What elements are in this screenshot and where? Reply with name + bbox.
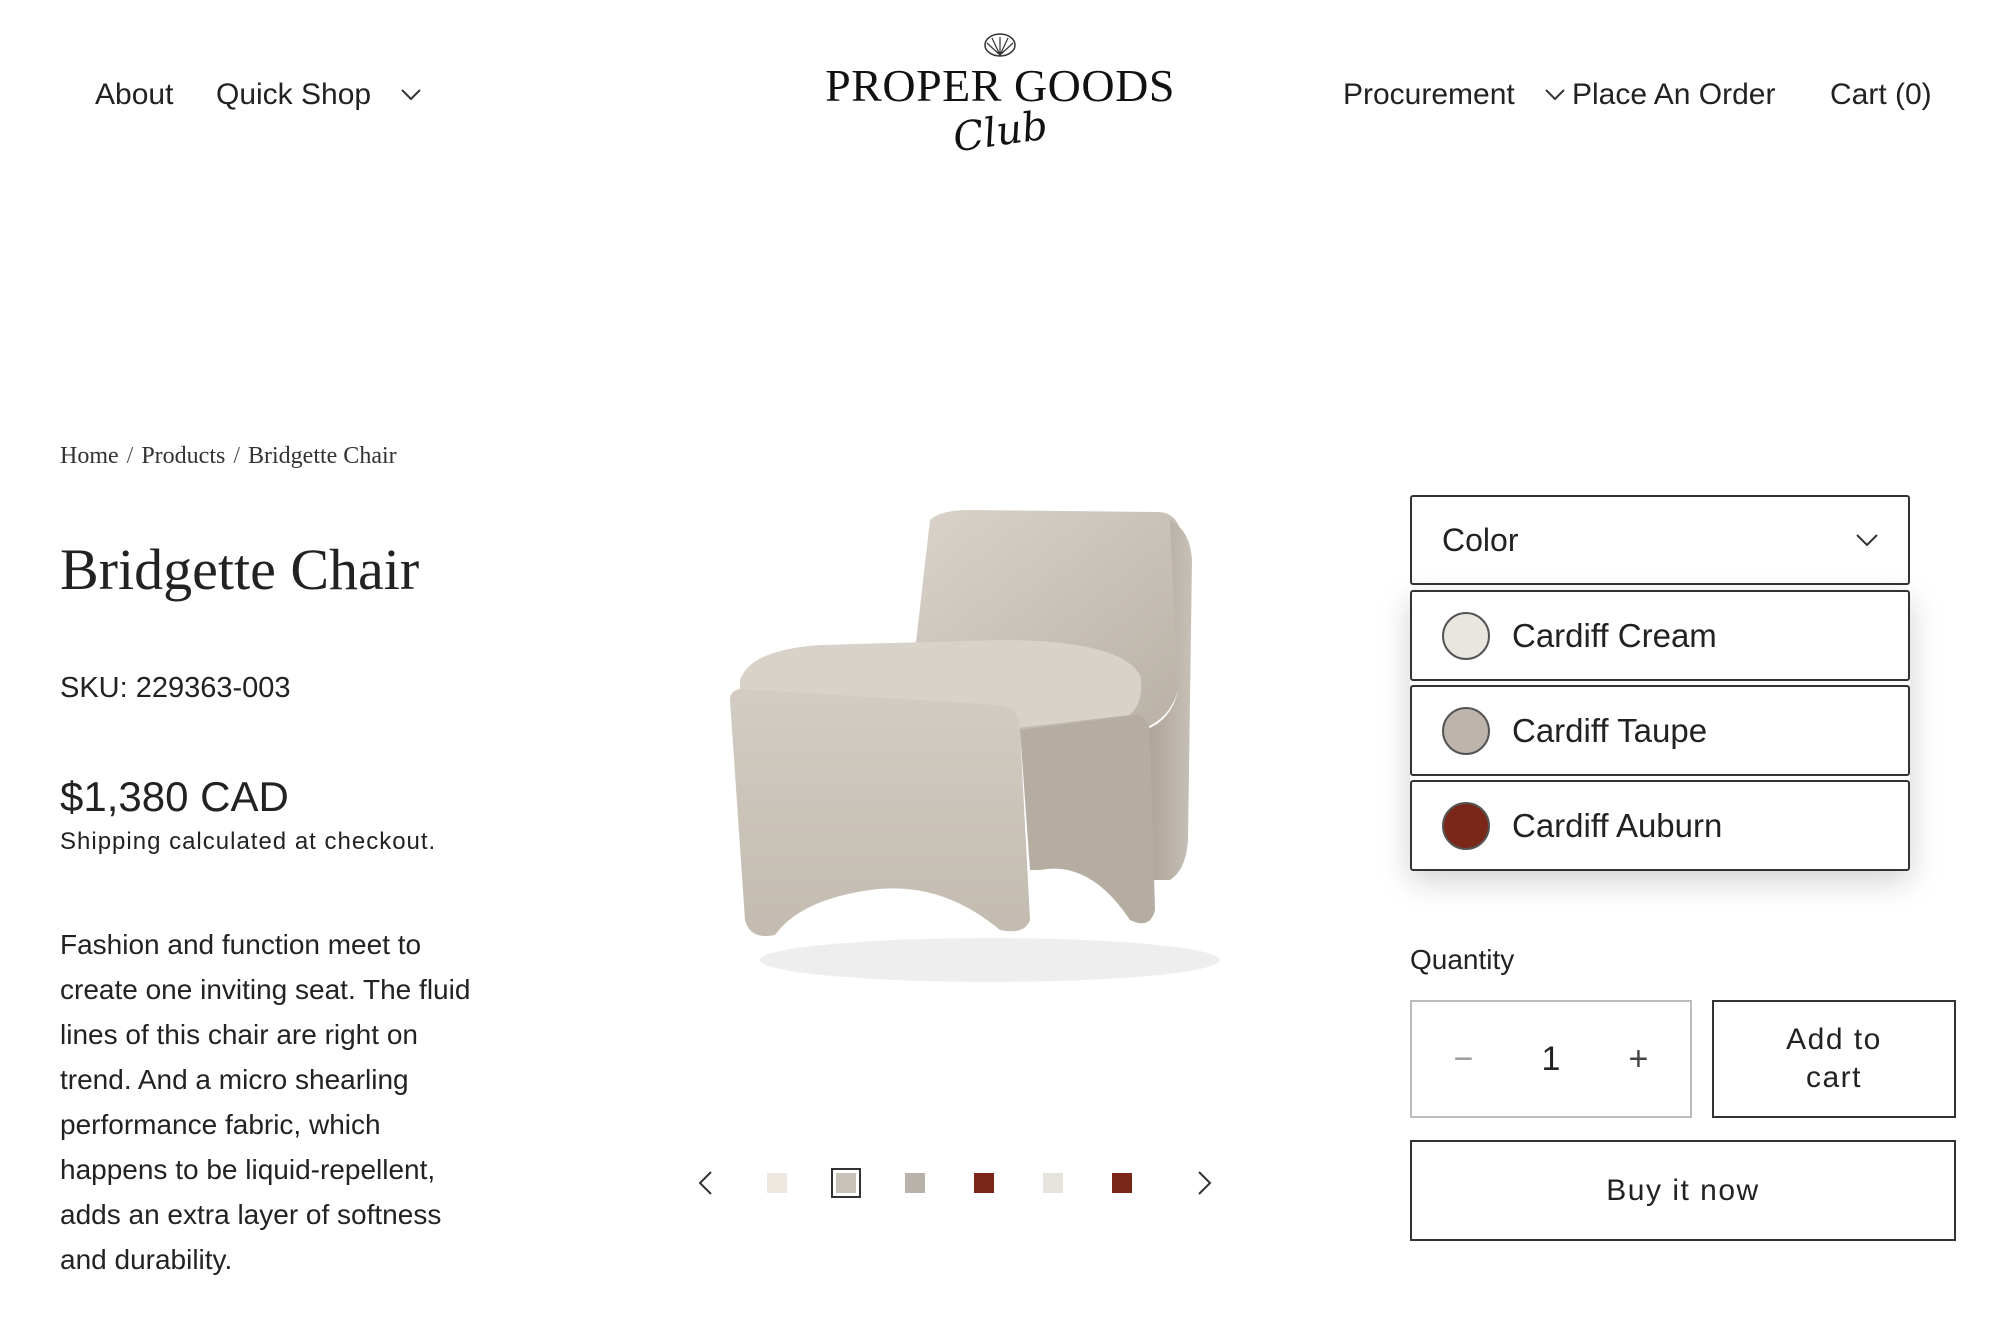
logo-wordmark: PROPER GOODS bbox=[825, 60, 1175, 111]
quantity-decrease-button[interactable]: − bbox=[1439, 1040, 1489, 1079]
color-dropdown: Cardiff Cream Cardiff Taupe Cardiff Aubu… bbox=[1410, 590, 1910, 871]
site-logo[interactable]: PROPER GOODS Club bbox=[820, 28, 1180, 168]
color-select-label: Color bbox=[1442, 521, 1519, 558]
gallery-thumbnail[interactable] bbox=[1112, 1173, 1132, 1193]
breadcrumb-separator: / bbox=[126, 443, 134, 469]
breadcrumb: Home / Products / Bridgette Chair bbox=[60, 443, 397, 470]
quantity-label: Quantity bbox=[1410, 944, 1515, 975]
color-option-auburn[interactable]: Cardiff Auburn bbox=[1410, 780, 1910, 871]
logo-script: Club bbox=[949, 102, 1051, 162]
gallery-next-icon[interactable] bbox=[1196, 1170, 1214, 1196]
color-option-taupe[interactable]: Cardiff Taupe bbox=[1410, 685, 1910, 776]
nav-place-order[interactable]: Place An Order bbox=[1572, 78, 1775, 112]
breadcrumb-current: Bridgette Chair bbox=[248, 443, 397, 469]
breadcrumb-separator: / bbox=[233, 443, 240, 469]
product-price: $1,380 CAD bbox=[60, 773, 289, 820]
nav-procurement[interactable]: Procurement bbox=[1343, 78, 1565, 112]
nav-quick-shop[interactable]: Quick Shop bbox=[216, 78, 421, 112]
gallery-thumbnails bbox=[767, 1168, 1132, 1198]
shipping-note: Shipping calculated at checkout. bbox=[60, 828, 437, 855]
gallery-thumbnail[interactable] bbox=[1043, 1173, 1063, 1193]
chevron-down-icon bbox=[401, 89, 421, 101]
gallery-thumbnail[interactable] bbox=[974, 1173, 994, 1193]
gallery-thumbnail[interactable] bbox=[831, 1168, 861, 1198]
buy-now-button[interactable]: Buy it now bbox=[1410, 1140, 1956, 1241]
color-option-label: Cardiff Auburn bbox=[1512, 806, 1723, 844]
quantity-stepper: − 1 + bbox=[1410, 1000, 1692, 1118]
swatch-cream bbox=[1442, 611, 1490, 660]
product-title: Bridgette Chair bbox=[60, 537, 420, 602]
shell-icon bbox=[984, 33, 1016, 57]
product-sku: SKU: 229363-003 bbox=[60, 672, 291, 704]
color-option-label: Cardiff Taupe bbox=[1512, 711, 1708, 749]
chevron-down-icon bbox=[1545, 89, 1565, 101]
chevron-down-icon bbox=[1856, 533, 1878, 546]
add-to-cart-button[interactable]: Add to cart bbox=[1712, 1000, 1956, 1118]
nav-about[interactable]: About bbox=[95, 78, 173, 112]
breadcrumb-products[interactable]: Products bbox=[141, 443, 225, 469]
quantity-value[interactable]: 1 bbox=[1542, 1040, 1561, 1079]
gallery-thumbnail[interactable] bbox=[905, 1173, 925, 1193]
color-option-label: Cardiff Cream bbox=[1512, 616, 1717, 654]
color-option-cream[interactable]: Cardiff Cream bbox=[1410, 590, 1910, 681]
nav-quick-shop-label: Quick Shop bbox=[216, 78, 372, 111]
gallery-prev-icon[interactable] bbox=[696, 1170, 714, 1196]
nav-procurement-label: Procurement bbox=[1343, 78, 1515, 111]
nav-cart[interactable]: Cart (0) bbox=[1830, 78, 1932, 112]
breadcrumb-home[interactable]: Home bbox=[60, 443, 119, 469]
product-image[interactable] bbox=[700, 490, 1240, 1010]
swatch-taupe bbox=[1442, 706, 1490, 755]
quantity-increase-button[interactable]: + bbox=[1613, 1040, 1663, 1079]
product-description: Fashion and function meet to create one … bbox=[60, 929, 471, 1275]
color-select[interactable]: Color bbox=[1410, 495, 1910, 585]
gallery-thumbnail[interactable] bbox=[767, 1173, 787, 1193]
swatch-auburn bbox=[1442, 801, 1490, 850]
